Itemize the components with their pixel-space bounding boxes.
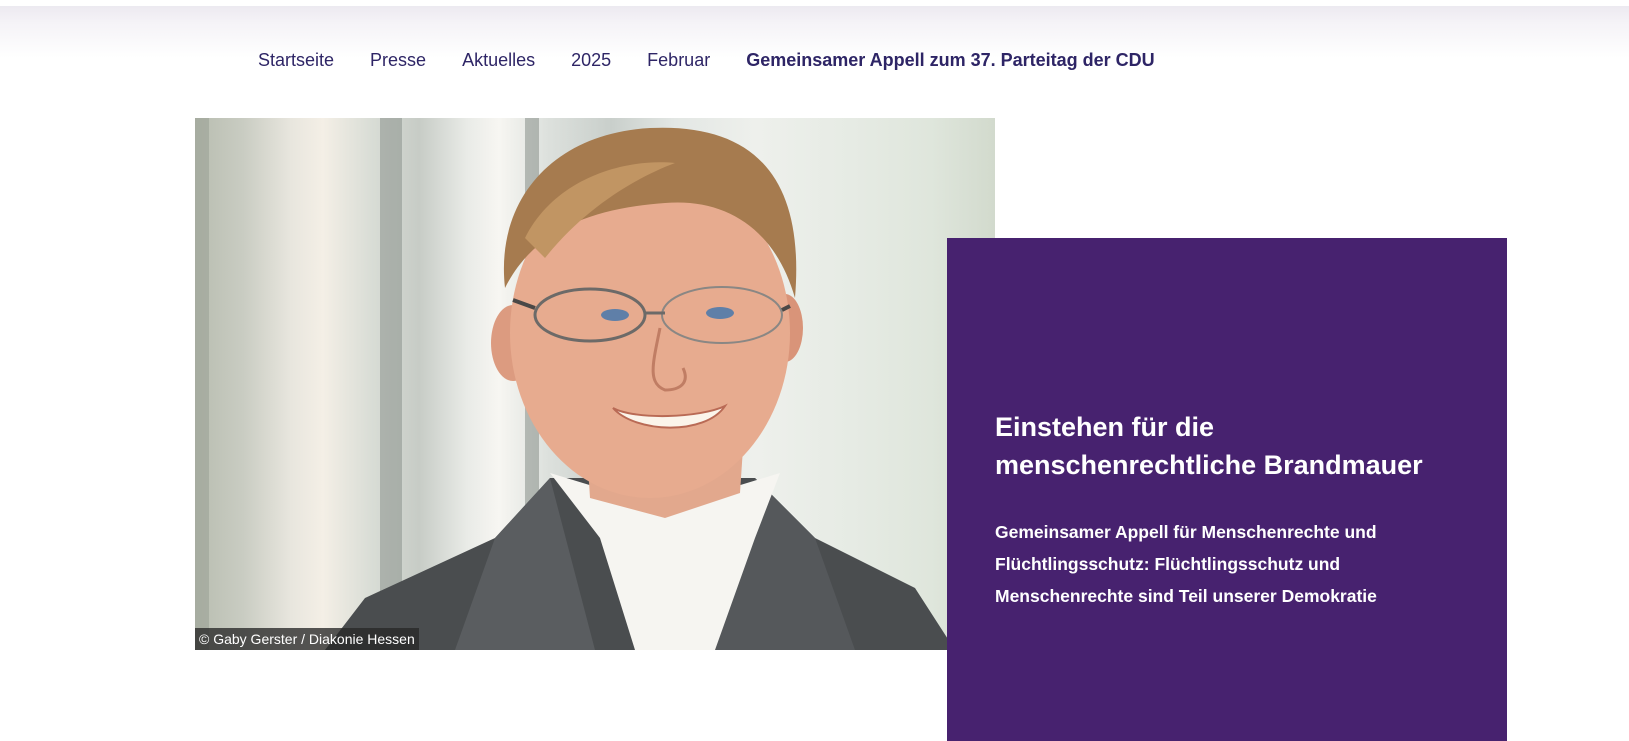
portrait-illustration [195,118,955,650]
breadcrumb-link-month[interactable]: Februar [647,50,710,71]
hero-subtitle: Gemeinsamer Appell für Menschenrechte un… [995,522,1377,606]
breadcrumb-current: Gemeinsamer Appell zum 37. Parteitag der… [746,50,1155,70]
breadcrumb-link-aktuelles[interactable]: Aktuelles [462,50,535,71]
breadcrumb-link-presse[interactable]: Presse [370,50,426,71]
photo-credit: © Gaby Gerster / Diakonie Hessen [195,628,419,650]
hero-title: Einstehen für die menschenrechtliche Bra… [995,412,1423,480]
hero-text-panel: Einstehen für die menschenrechtliche Bra… [947,238,1507,741]
page: Startseite Presse Aktuelles 2025 Februar… [0,0,1629,741]
breadcrumb: Startseite Presse Aktuelles 2025 Februar… [258,50,1155,71]
breadcrumb-link-year[interactable]: 2025 [571,50,611,71]
portrait-photo: © Gaby Gerster / Diakonie Hessen [195,118,995,650]
breadcrumb-link-startseite[interactable]: Startseite [258,50,334,71]
